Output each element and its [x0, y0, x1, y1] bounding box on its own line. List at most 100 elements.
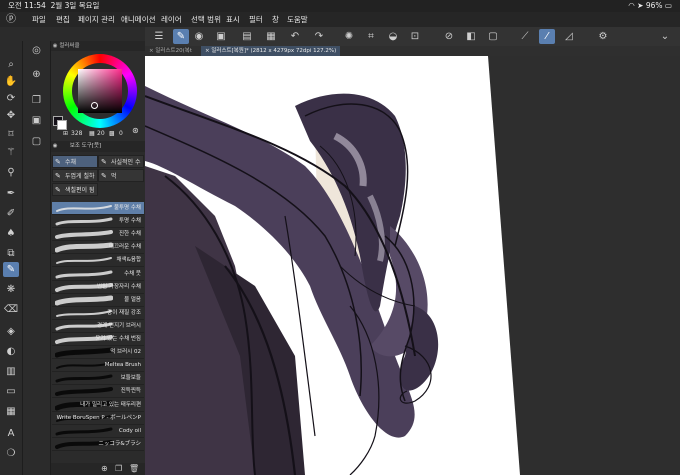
panel-toggle-icon[interactable]: ◉ — [53, 43, 58, 49]
decoration-icon[interactable]: ❋ — [3, 282, 19, 297]
brush-group-icon: ✎ — [55, 158, 61, 166]
save-file-icon[interactable]: ▦ — [263, 29, 279, 44]
color-g-value[interactable]: 20 — [97, 129, 105, 139]
color-wheel[interactable] — [63, 54, 137, 128]
brush-item[interactable]: 불투명 수채 — [52, 202, 144, 215]
invert-icon[interactable]: ◧ — [463, 29, 479, 44]
close-icon[interactable]: × — [205, 48, 210, 54]
transform-icon[interactable]: ⊡ — [407, 29, 423, 44]
group-coloring[interactable]: ✎ 색칠편이 됨 — [52, 183, 98, 196]
lasso-icon[interactable]: ⌑ — [3, 127, 19, 142]
open-icon[interactable]: ▤ — [239, 29, 255, 44]
brush-item[interactable]: 보들보들 — [52, 372, 144, 386]
pen-icon[interactable]: ✒ — [3, 186, 19, 201]
close-icon[interactable]: × — [149, 48, 154, 54]
menu-animation[interactable]: 애니메이션 — [121, 12, 156, 27]
clear-layer-icon[interactable]: ▢ — [29, 134, 44, 149]
group-watercolor[interactable]: ✎ 수채 — [52, 155, 98, 168]
brush-icon[interactable]: ♠ — [3, 226, 19, 241]
saturation-value-square[interactable] — [78, 69, 122, 113]
layer-move-icon[interactable]: ⊕ — [29, 67, 44, 82]
delete-sub-tool-icon[interactable]: 🗑 — [129, 463, 139, 475]
hand-icon[interactable]: ✋ — [3, 74, 19, 89]
group-thick-paint[interactable]: ✎ 두껍게 칠하 — [52, 169, 98, 182]
move-icon[interactable]: ✥ — [3, 108, 19, 123]
gradient-icon[interactable]: ▥ — [3, 364, 19, 379]
blend-icon[interactable]: ◈ — [3, 324, 19, 339]
fill-icon[interactable]: ◒ — [385, 29, 401, 44]
pen-select-icon[interactable]: ✎ — [173, 29, 189, 44]
brush-item[interactable]: 투명 수채 — [52, 215, 144, 229]
tab-illust-restored[interactable]: × 일러스트[복원]* (2812 x 4279px 72dpi 127.2%) — [201, 46, 341, 56]
redo-icon[interactable]: ↷ — [311, 29, 327, 44]
menu-file[interactable]: 파일 — [32, 12, 46, 27]
brush-item[interactable]: 진득찐득 — [52, 385, 144, 399]
color-r-value[interactable]: 328 — [71, 129, 82, 139]
eyedropper-icon[interactable]: ⚲ — [3, 165, 19, 180]
paint-brush-icon[interactable]: ✎ — [3, 262, 19, 277]
loading-icon[interactable]: ✺ — [341, 29, 357, 44]
color-settings-icon[interactable]: ⊛ — [132, 126, 139, 136]
group-ink[interactable]: ✎ 먹 — [98, 169, 144, 182]
color-cursor[interactable] — [91, 102, 98, 109]
ruler-icon[interactable]: ⟋ — [517, 29, 533, 44]
menu-filter[interactable]: 필터 — [249, 12, 263, 27]
canvas-area[interactable] — [145, 56, 680, 475]
brush-item[interactable]: 먹 브러시 02 — [52, 346, 144, 360]
view-icon[interactable]: ◉ — [191, 29, 207, 44]
undo-icon[interactable]: ↶ — [287, 29, 303, 44]
settings-icon[interactable]: ⚙ — [595, 29, 611, 44]
balloon-icon[interactable]: ❍ — [3, 446, 19, 461]
brush-item[interactable]: 윤기 있는 수채 번짐 — [52, 333, 144, 346]
brush-item[interactable]: Meltea Brush — [52, 359, 144, 373]
rotate-icon[interactable]: ⟳ — [3, 91, 19, 106]
brush-item[interactable]: 내가 밀리고 있는 태두리편 — [52, 399, 144, 412]
brush-item[interactable]: 번짐 가장자리 수채 — [52, 281, 144, 294]
frame-icon[interactable]: ▦ — [3, 404, 19, 419]
tab-illust-20[interactable]: × 일러스트20(복t — [145, 46, 203, 56]
zoom-icon[interactable]: ⌕ — [3, 57, 19, 72]
copy-sub-tool-icon[interactable]: ❐ — [115, 463, 122, 475]
fill-icon[interactable]: ◐ — [3, 344, 19, 359]
pen-line-icon[interactable]: ⁄ — [539, 29, 555, 44]
menu-edit[interactable]: 편집 — [56, 12, 70, 27]
menu-window[interactable]: 창 — [272, 12, 279, 27]
panel-toggle-icon[interactable]: ◉ — [53, 143, 58, 149]
copy-icon[interactable]: ❐ — [29, 93, 44, 108]
brush-item[interactable]: 채색&융합 — [52, 254, 144, 268]
brush-item[interactable]: 경계 번지기 브러시 — [52, 320, 144, 333]
color-b-value[interactable]: 0 — [119, 129, 123, 139]
menu-page[interactable]: 페이지 관리 — [78, 12, 115, 27]
brush-item[interactable]: ニッコラ&ブラシ — [52, 438, 144, 451]
menu-help[interactable]: 도움말 — [287, 12, 308, 27]
airbrush-icon[interactable]: ⧉ — [3, 246, 19, 261]
menu-view[interactable]: 표시 — [226, 12, 240, 27]
deselect-icon[interactable]: ▢ — [485, 29, 501, 44]
chevron-down-icon[interactable]: ⌄ — [659, 29, 671, 44]
menu-layer[interactable]: 레이어 — [161, 12, 182, 27]
hamburger-icon[interactable]: ☰ — [151, 29, 167, 44]
add-sub-tool-icon[interactable]: ⊕ — [101, 463, 108, 475]
sub-tool-icon[interactable]: ◎ — [29, 43, 44, 58]
magic-wand-icon[interactable]: ⚚ — [3, 145, 19, 160]
brush-item[interactable]: 진한 수채 — [52, 228, 144, 242]
fill-layer-icon[interactable]: ▣ — [29, 113, 44, 128]
crop-icon[interactable]: ⌗ — [363, 29, 379, 44]
save-icon[interactable]: ▣ — [213, 29, 229, 44]
clear-icon[interactable]: ⊘ — [441, 29, 457, 44]
brush-item[interactable]: 수채 붓 — [52, 268, 144, 281]
brush-item[interactable]: Write BoruSpen P - ボールペンP — [52, 412, 144, 425]
figure-icon[interactable]: ▭ — [3, 384, 19, 399]
brush-item[interactable]: 물 얼음 — [52, 294, 144, 307]
brush-item[interactable]: 종이 재질 강조 — [52, 307, 144, 320]
canvas-artwork[interactable] — [145, 56, 680, 475]
group-realistic[interactable]: ✎ 사실적인 수 — [98, 155, 144, 168]
eraser-icon[interactable]: ⌫ — [3, 302, 19, 317]
menu-selection[interactable]: 선택 범위 — [191, 12, 221, 27]
text-icon[interactable]: A — [3, 426, 19, 441]
shape-icon[interactable]: ◿ — [561, 29, 577, 44]
pencil-icon[interactable]: ✐ — [3, 206, 19, 221]
app-logo-icon[interactable]: ⓟ — [6, 14, 18, 25]
brush-item[interactable]: 매끄러운 수채 — [52, 241, 144, 255]
brush-item[interactable]: Cody oil — [52, 425, 144, 438]
